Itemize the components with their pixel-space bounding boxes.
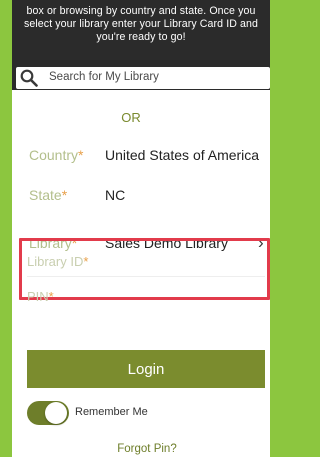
remember-me-toggle[interactable] bbox=[27, 401, 69, 425]
country-row[interactable]: Country* United States of America bbox=[12, 136, 270, 174]
intro-line-2: select your library enter your Library C… bbox=[23, 18, 259, 30]
library-id-field[interactable]: Library ID* bbox=[27, 248, 265, 274]
field-divider bbox=[27, 276, 265, 277]
country-label: Country* bbox=[29, 147, 84, 163]
login-button[interactable]: Login bbox=[27, 350, 265, 388]
library-id-label: Library ID* bbox=[27, 254, 89, 269]
pin-label: PIN* bbox=[27, 289, 54, 304]
intro-line-1: box or browsing by country and state. On… bbox=[26, 5, 256, 17]
toggle-knob bbox=[45, 402, 67, 424]
state-value: NC bbox=[105, 187, 126, 203]
search-icon bbox=[20, 69, 38, 87]
state-label: State* bbox=[29, 187, 68, 203]
state-row[interactable]: State* NC bbox=[12, 176, 270, 214]
remember-me-label: Remember Me bbox=[75, 406, 148, 418]
or-separator: OR bbox=[121, 110, 141, 125]
intro-text: box or browsing by country and state. On… bbox=[14, 5, 268, 44]
pin-field[interactable]: PIN* bbox=[27, 283, 265, 309]
intro-line-3: you're ready to go! bbox=[96, 31, 186, 43]
country-value: United States of America bbox=[105, 147, 260, 163]
search-input[interactable]: Search for My Library bbox=[16, 67, 270, 89]
forgot-pin-link[interactable]: Forgot Pin? bbox=[0, 443, 270, 455]
search-placeholder: Search for My Library bbox=[49, 71, 159, 83]
